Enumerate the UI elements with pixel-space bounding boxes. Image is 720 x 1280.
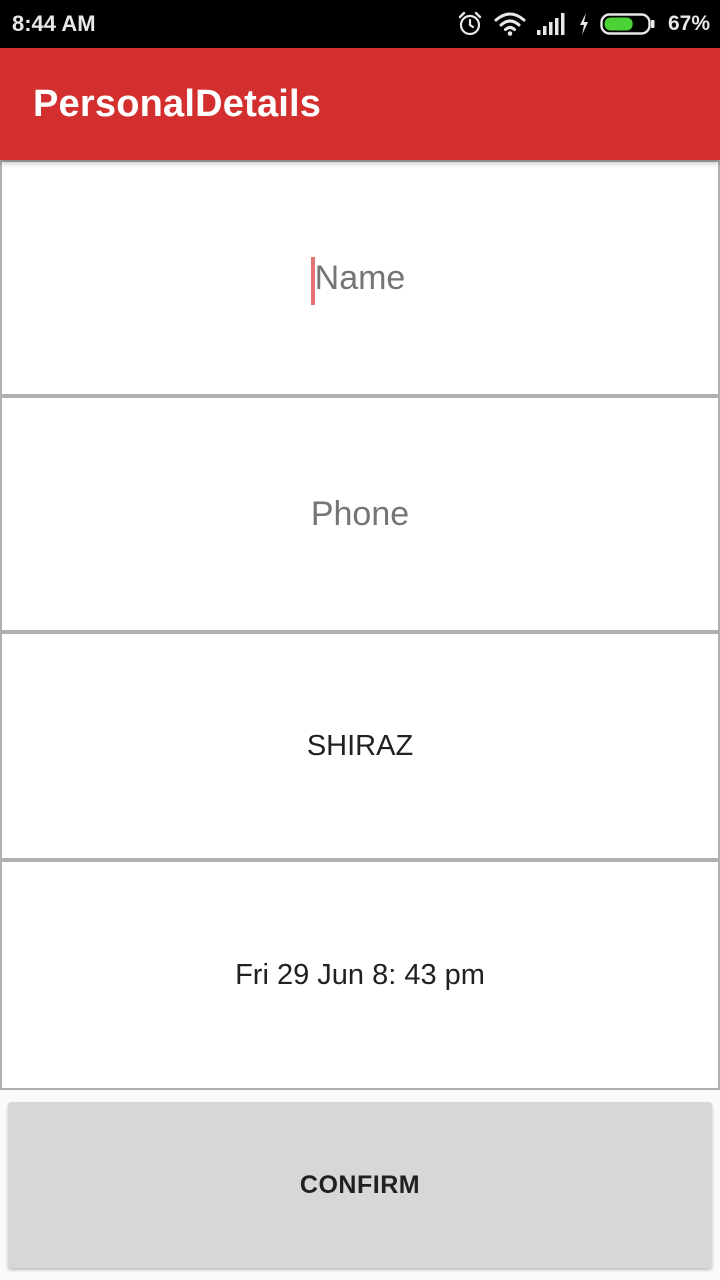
name-input-placeholder[interactable]: Name (310, 256, 406, 305)
battery-percent: 67% (667, 12, 710, 35)
charging-icon (578, 12, 590, 36)
status-icons: 67% (456, 0, 710, 48)
city-value: SHIRAZ (306, 729, 414, 762)
status-bar: 8:44 AM 67% (0, 0, 720, 48)
alarm-icon (456, 10, 484, 38)
name-field[interactable]: Name (0, 160, 720, 396)
text-cursor (310, 256, 315, 305)
datetime-value: Fri 29 Jun 8: 43 pm (235, 958, 485, 991)
page-title: PersonalDetails (33, 83, 322, 125)
phone-field[interactable]: Phone (0, 396, 720, 632)
city-field[interactable]: SHIRAZ (0, 632, 720, 860)
confirm-button[interactable]: CONFIRM (8, 1102, 712, 1268)
status-time: 8:44 AM (12, 11, 96, 36)
signal-icon (536, 12, 568, 36)
wifi-icon (494, 11, 526, 37)
name-placeholder-text: Name (314, 258, 406, 297)
app-bar: PersonalDetails (0, 48, 720, 160)
datetime-field[interactable]: Fri 29 Jun 8: 43 pm (0, 860, 720, 1090)
phone-placeholder-text: Phone (310, 494, 410, 533)
battery-icon (600, 12, 656, 36)
